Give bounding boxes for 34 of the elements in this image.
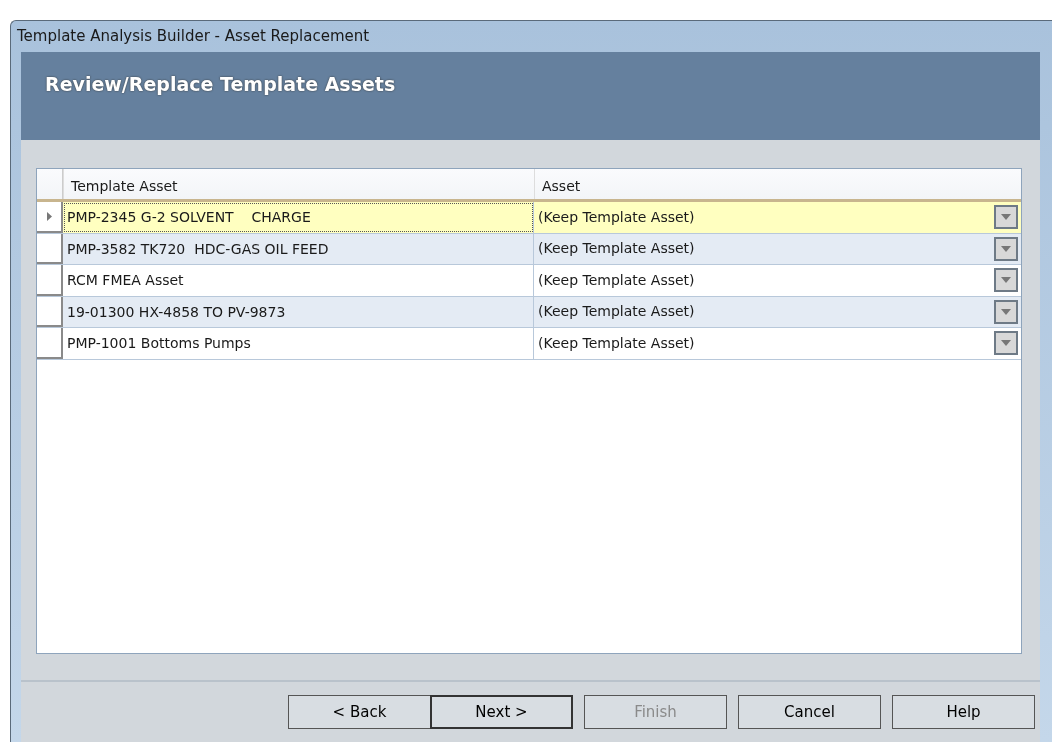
table-row[interactable]: PMP-1001 Bottoms Pumps (Keep Template Asset) bbox=[37, 328, 1021, 360]
dropdown-button[interactable] bbox=[994, 205, 1018, 230]
table-row[interactable]: 19-01300 HX-4858 TO PV-9873 (Keep Template Asset) bbox=[37, 296, 1021, 328]
table-cell: PMP-1001 Bottoms Pumps bbox=[63, 328, 534, 359]
wizard-button[interactable]: < Back bbox=[288, 695, 431, 729]
wizard-button[interactable]: Next > bbox=[430, 695, 573, 729]
wizard-button[interactable]: Cancel bbox=[738, 695, 881, 729]
caret-icon bbox=[1001, 245, 1011, 252]
dropdown-value: (Keep Template Asset) bbox=[538, 207, 695, 227]
caret-icon bbox=[1001, 214, 1011, 221]
dropdown-value: (Keep Template Asset) bbox=[538, 270, 695, 290]
dropdown-button[interactable] bbox=[994, 331, 1018, 356]
table-cell: PMP-2345 G-2 SOLVENT CHARGE bbox=[63, 202, 534, 233]
dropdown-value: (Keep Template Asset) bbox=[538, 333, 695, 353]
caret-icon bbox=[1001, 340, 1011, 347]
window-title: Template Analysis Builder - Asset Replacement bbox=[16, 26, 371, 47]
wizard-button[interactable]: Help bbox=[892, 695, 1035, 729]
table-row[interactable]: PMP-2345 G-2 SOLVENT CHARGE (Keep Template Asset) bbox=[37, 202, 1021, 234]
table-cell: RCM FMEA Asset bbox=[63, 265, 534, 296]
dropdown-value: (Keep Template Asset) bbox=[538, 239, 695, 259]
caret-icon bbox=[1001, 277, 1011, 284]
table-row[interactable]: PMP-3582 TK720 HDC-GAS OIL FEED (Keep Template Asset) bbox=[37, 233, 1021, 265]
caret-icon bbox=[1001, 308, 1011, 315]
dropdown-button[interactable] bbox=[994, 268, 1018, 293]
table-row[interactable]: RCM FMEA Asset (Keep Template Asset) bbox=[37, 265, 1021, 297]
page-heading: Review/Replace Template Assets bbox=[45, 72, 397, 97]
column-header[interactable]: Asset bbox=[534, 169, 1021, 199]
dropdown-button[interactable] bbox=[994, 236, 1018, 261]
dropdown-button[interactable] bbox=[994, 299, 1018, 324]
table-cell: 19-01300 HX-4858 TO PV-9873 bbox=[63, 296, 534, 327]
table-cell: PMP-3582 TK720 HDC-GAS OIL FEED bbox=[63, 233, 534, 264]
row-pointer-icon bbox=[46, 211, 52, 221]
column-header[interactable]: Template Asset bbox=[63, 169, 534, 199]
dropdown-value: (Keep Template Asset) bbox=[538, 302, 695, 322]
